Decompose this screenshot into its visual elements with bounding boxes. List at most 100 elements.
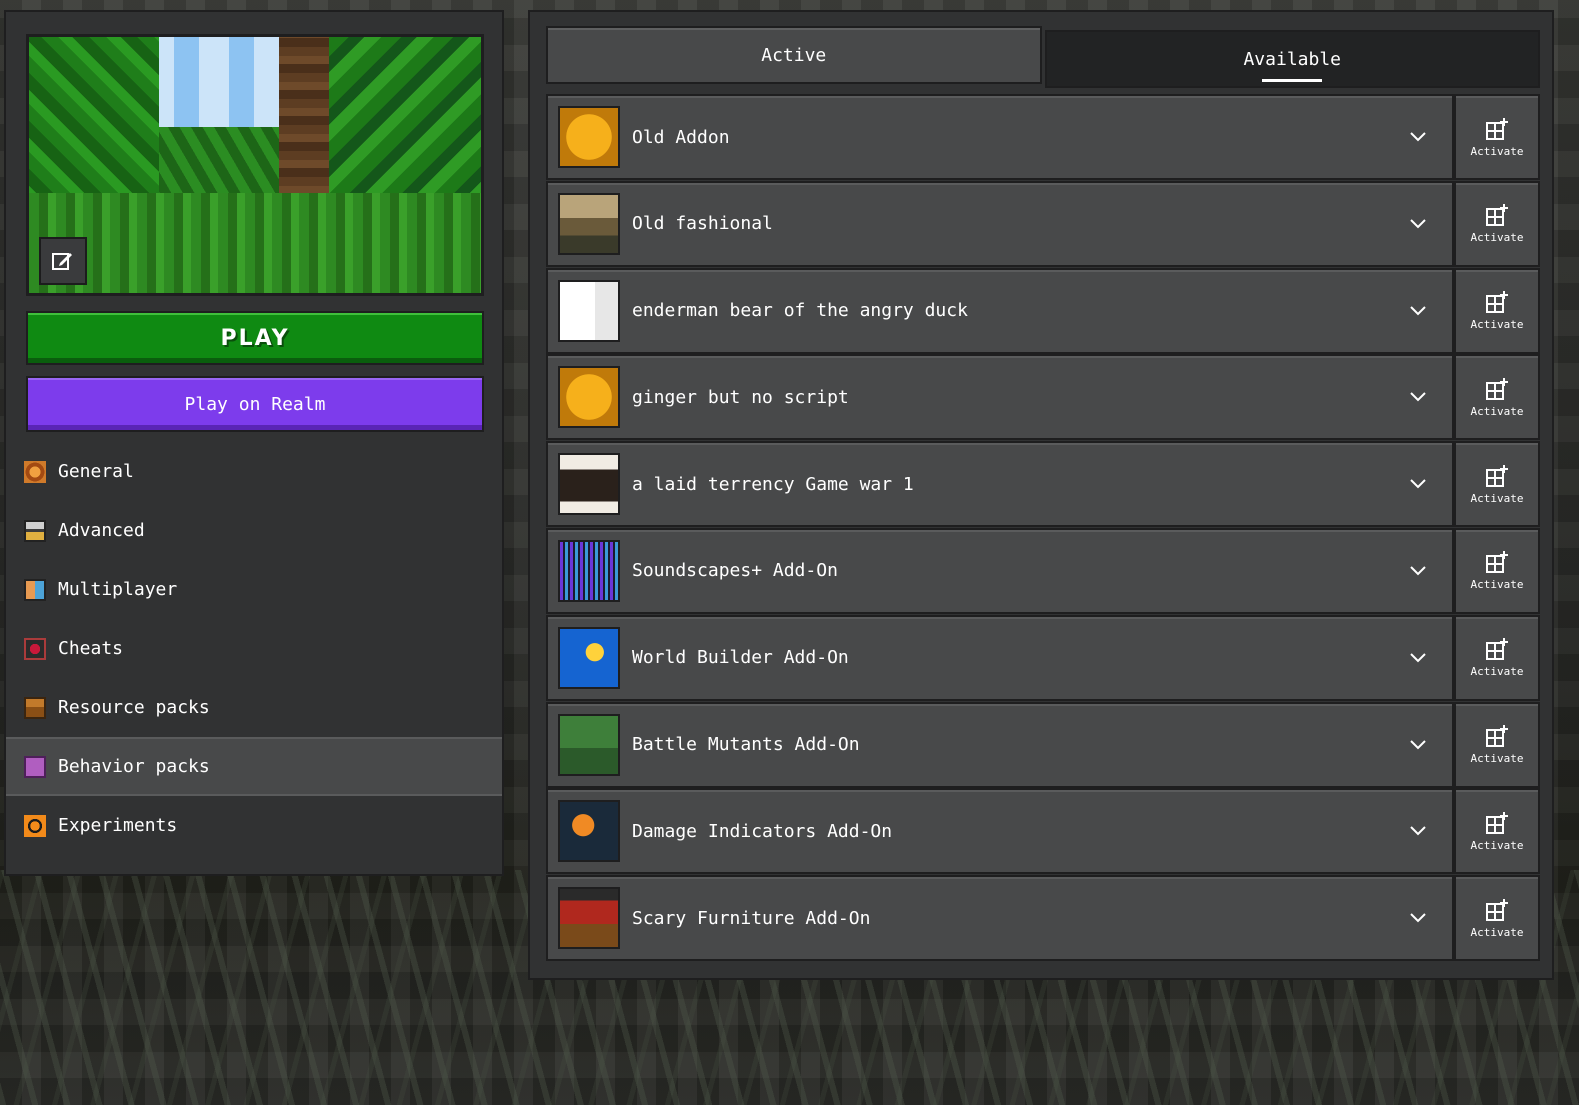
- pack-tabs: Active Available: [546, 26, 1540, 88]
- enderman-icon: [558, 279, 620, 342]
- pack-row: Scary Furniture Add-On Activate: [546, 875, 1540, 962]
- chevron-down-icon[interactable]: [1398, 912, 1438, 924]
- activate-icon: [1486, 117, 1508, 140]
- nav-item-label: Behavior packs: [58, 756, 210, 777]
- activate-label: Activate: [1470, 404, 1524, 418]
- edit-image-button[interactable]: [39, 237, 87, 285]
- pack-name: ginger but no script: [632, 386, 849, 408]
- pack-row: a laid terrency Game war 1 Activate: [546, 441, 1540, 528]
- activate-icon: [1486, 464, 1508, 487]
- pack-expand-toggle[interactable]: Old Addon: [546, 94, 1454, 180]
- nav-item-resource-packs[interactable]: Resource packs: [6, 678, 502, 737]
- activate-button[interactable]: Activate: [1454, 527, 1540, 614]
- pack-expand-toggle[interactable]: a laid terrency Game war 1: [546, 441, 1454, 528]
- pack-row: World Builder Add-On Activate: [546, 614, 1540, 701]
- activate-label: Activate: [1470, 491, 1524, 505]
- nav-item-cheats[interactable]: Cheats: [6, 619, 502, 678]
- activate-label: Activate: [1470, 578, 1524, 592]
- activate-button[interactable]: Activate: [1454, 701, 1540, 788]
- pack-name: Old Addon: [632, 126, 730, 148]
- pack-expand-toggle[interactable]: Soundscapes+ Add-On: [546, 527, 1454, 614]
- activate-button[interactable]: Activate: [1454, 614, 1540, 701]
- resource-packs-icon: [24, 696, 46, 719]
- addon-tools-icon: [558, 106, 620, 168]
- activate-button[interactable]: Activate: [1454, 354, 1540, 441]
- pack-name: Damage Indicators Add-On: [632, 820, 893, 842]
- damage-icon: [558, 800, 620, 863]
- pack-expand-toggle[interactable]: Damage Indicators Add-On: [546, 788, 1454, 875]
- pack-expand-toggle[interactable]: World Builder Add-On: [546, 614, 1454, 701]
- chevron-down-icon[interactable]: [1398, 565, 1438, 577]
- soundwave-icon: [558, 539, 620, 602]
- chevron-down-icon[interactable]: [1398, 218, 1438, 230]
- pack-row: ginger but no script Activate: [546, 354, 1540, 441]
- pack-row: Damage Indicators Add-On Activate: [546, 788, 1540, 875]
- nav-item-advanced[interactable]: Advanced: [6, 501, 502, 560]
- multiplayer-icon: [24, 578, 46, 601]
- activate-button[interactable]: Activate: [1454, 180, 1540, 267]
- nav-item-label: Multiplayer: [58, 579, 178, 600]
- nav-item-general[interactable]: General: [6, 442, 502, 501]
- activate-label: Activate: [1470, 665, 1524, 679]
- tab-active[interactable]: Active: [546, 26, 1042, 84]
- play-on-realm-button[interactable]: Play on Realm: [26, 376, 484, 432]
- pack-expand-toggle[interactable]: enderman bear of the angry duck: [546, 267, 1454, 354]
- pack-expand-toggle[interactable]: Scary Furniture Add-On: [546, 875, 1454, 962]
- activate-icon: [1486, 898, 1508, 921]
- tab-label: Available: [1243, 48, 1342, 70]
- nav-item-label: General: [58, 461, 134, 482]
- activate-label: Activate: [1470, 925, 1524, 939]
- activate-icon: [1486, 725, 1508, 748]
- magic-wand-icon: [558, 626, 620, 689]
- pack-list: Old Addon Activate Old fashional Activat…: [546, 94, 1540, 962]
- pack-expand-toggle[interactable]: Old fashional: [546, 180, 1454, 267]
- chevron-down-icon[interactable]: [1398, 131, 1438, 143]
- pack-name: Soundscapes+ Add-On: [632, 560, 838, 582]
- nav-item-behavior-packs[interactable]: Behavior packs: [6, 737, 502, 796]
- tab-selected-indicator: [1262, 79, 1323, 82]
- left-panel: PLAY Play on Realm General Advanced Mult…: [4, 10, 504, 876]
- pack-row: Soundscapes+ Add-On Activate: [546, 527, 1540, 614]
- tab-available[interactable]: Available: [1044, 30, 1540, 88]
- experiments-icon: [24, 814, 46, 837]
- settings-nav: General Advanced Multiplayer Cheats Reso…: [6, 442, 502, 855]
- activate-button[interactable]: Activate: [1454, 94, 1540, 180]
- activate-button[interactable]: Activate: [1454, 788, 1540, 875]
- pack-name: Battle Mutants Add-On: [632, 734, 860, 756]
- activate-icon: [1486, 377, 1508, 400]
- activate-label: Activate: [1470, 752, 1524, 766]
- pack-expand-toggle[interactable]: ginger but no script: [546, 354, 1454, 441]
- edit-image-icon: [52, 253, 72, 270]
- activate-icon: [1486, 551, 1508, 574]
- activate-button[interactable]: Activate: [1454, 875, 1540, 962]
- nav-item-label: Cheats: [58, 638, 124, 659]
- activate-label: Activate: [1470, 231, 1524, 245]
- activate-icon: [1486, 204, 1508, 227]
- nav-item-multiplayer[interactable]: Multiplayer: [6, 560, 502, 619]
- activate-icon: [1486, 638, 1508, 661]
- pack-row: Battle Mutants Add-On Activate: [546, 701, 1540, 788]
- activate-button[interactable]: Activate: [1454, 267, 1540, 354]
- chevron-down-icon[interactable]: [1398, 478, 1438, 490]
- pack-row: enderman bear of the angry duck Activate: [546, 267, 1540, 354]
- tab-label: Active: [761, 44, 827, 66]
- chevron-down-icon[interactable]: [1398, 825, 1438, 837]
- chevron-down-icon[interactable]: [1398, 391, 1438, 403]
- packs-panel: Active Available Old Addon Activate Old …: [528, 10, 1554, 980]
- pack-row: Old Addon Activate: [546, 94, 1540, 180]
- nav-item-label: Advanced: [58, 520, 145, 541]
- pack-name: Scary Furniture Add-On: [632, 907, 871, 929]
- play-button[interactable]: PLAY: [26, 311, 484, 365]
- chevron-down-icon[interactable]: [1398, 305, 1438, 317]
- nav-item-experiments[interactable]: Experiments: [6, 796, 502, 855]
- pack-expand-toggle[interactable]: Battle Mutants Add-On: [546, 701, 1454, 788]
- pack-row: Old fashional Activate: [546, 180, 1540, 267]
- chevron-down-icon[interactable]: [1398, 739, 1438, 751]
- chevron-down-icon[interactable]: [1398, 652, 1438, 664]
- mutant-icon: [558, 713, 620, 776]
- activate-button[interactable]: Activate: [1454, 441, 1540, 528]
- activate-label: Activate: [1470, 318, 1524, 332]
- gear-icon: [24, 460, 46, 483]
- pack-name: World Builder Add-On: [632, 647, 849, 669]
- activate-icon: [1486, 291, 1508, 314]
